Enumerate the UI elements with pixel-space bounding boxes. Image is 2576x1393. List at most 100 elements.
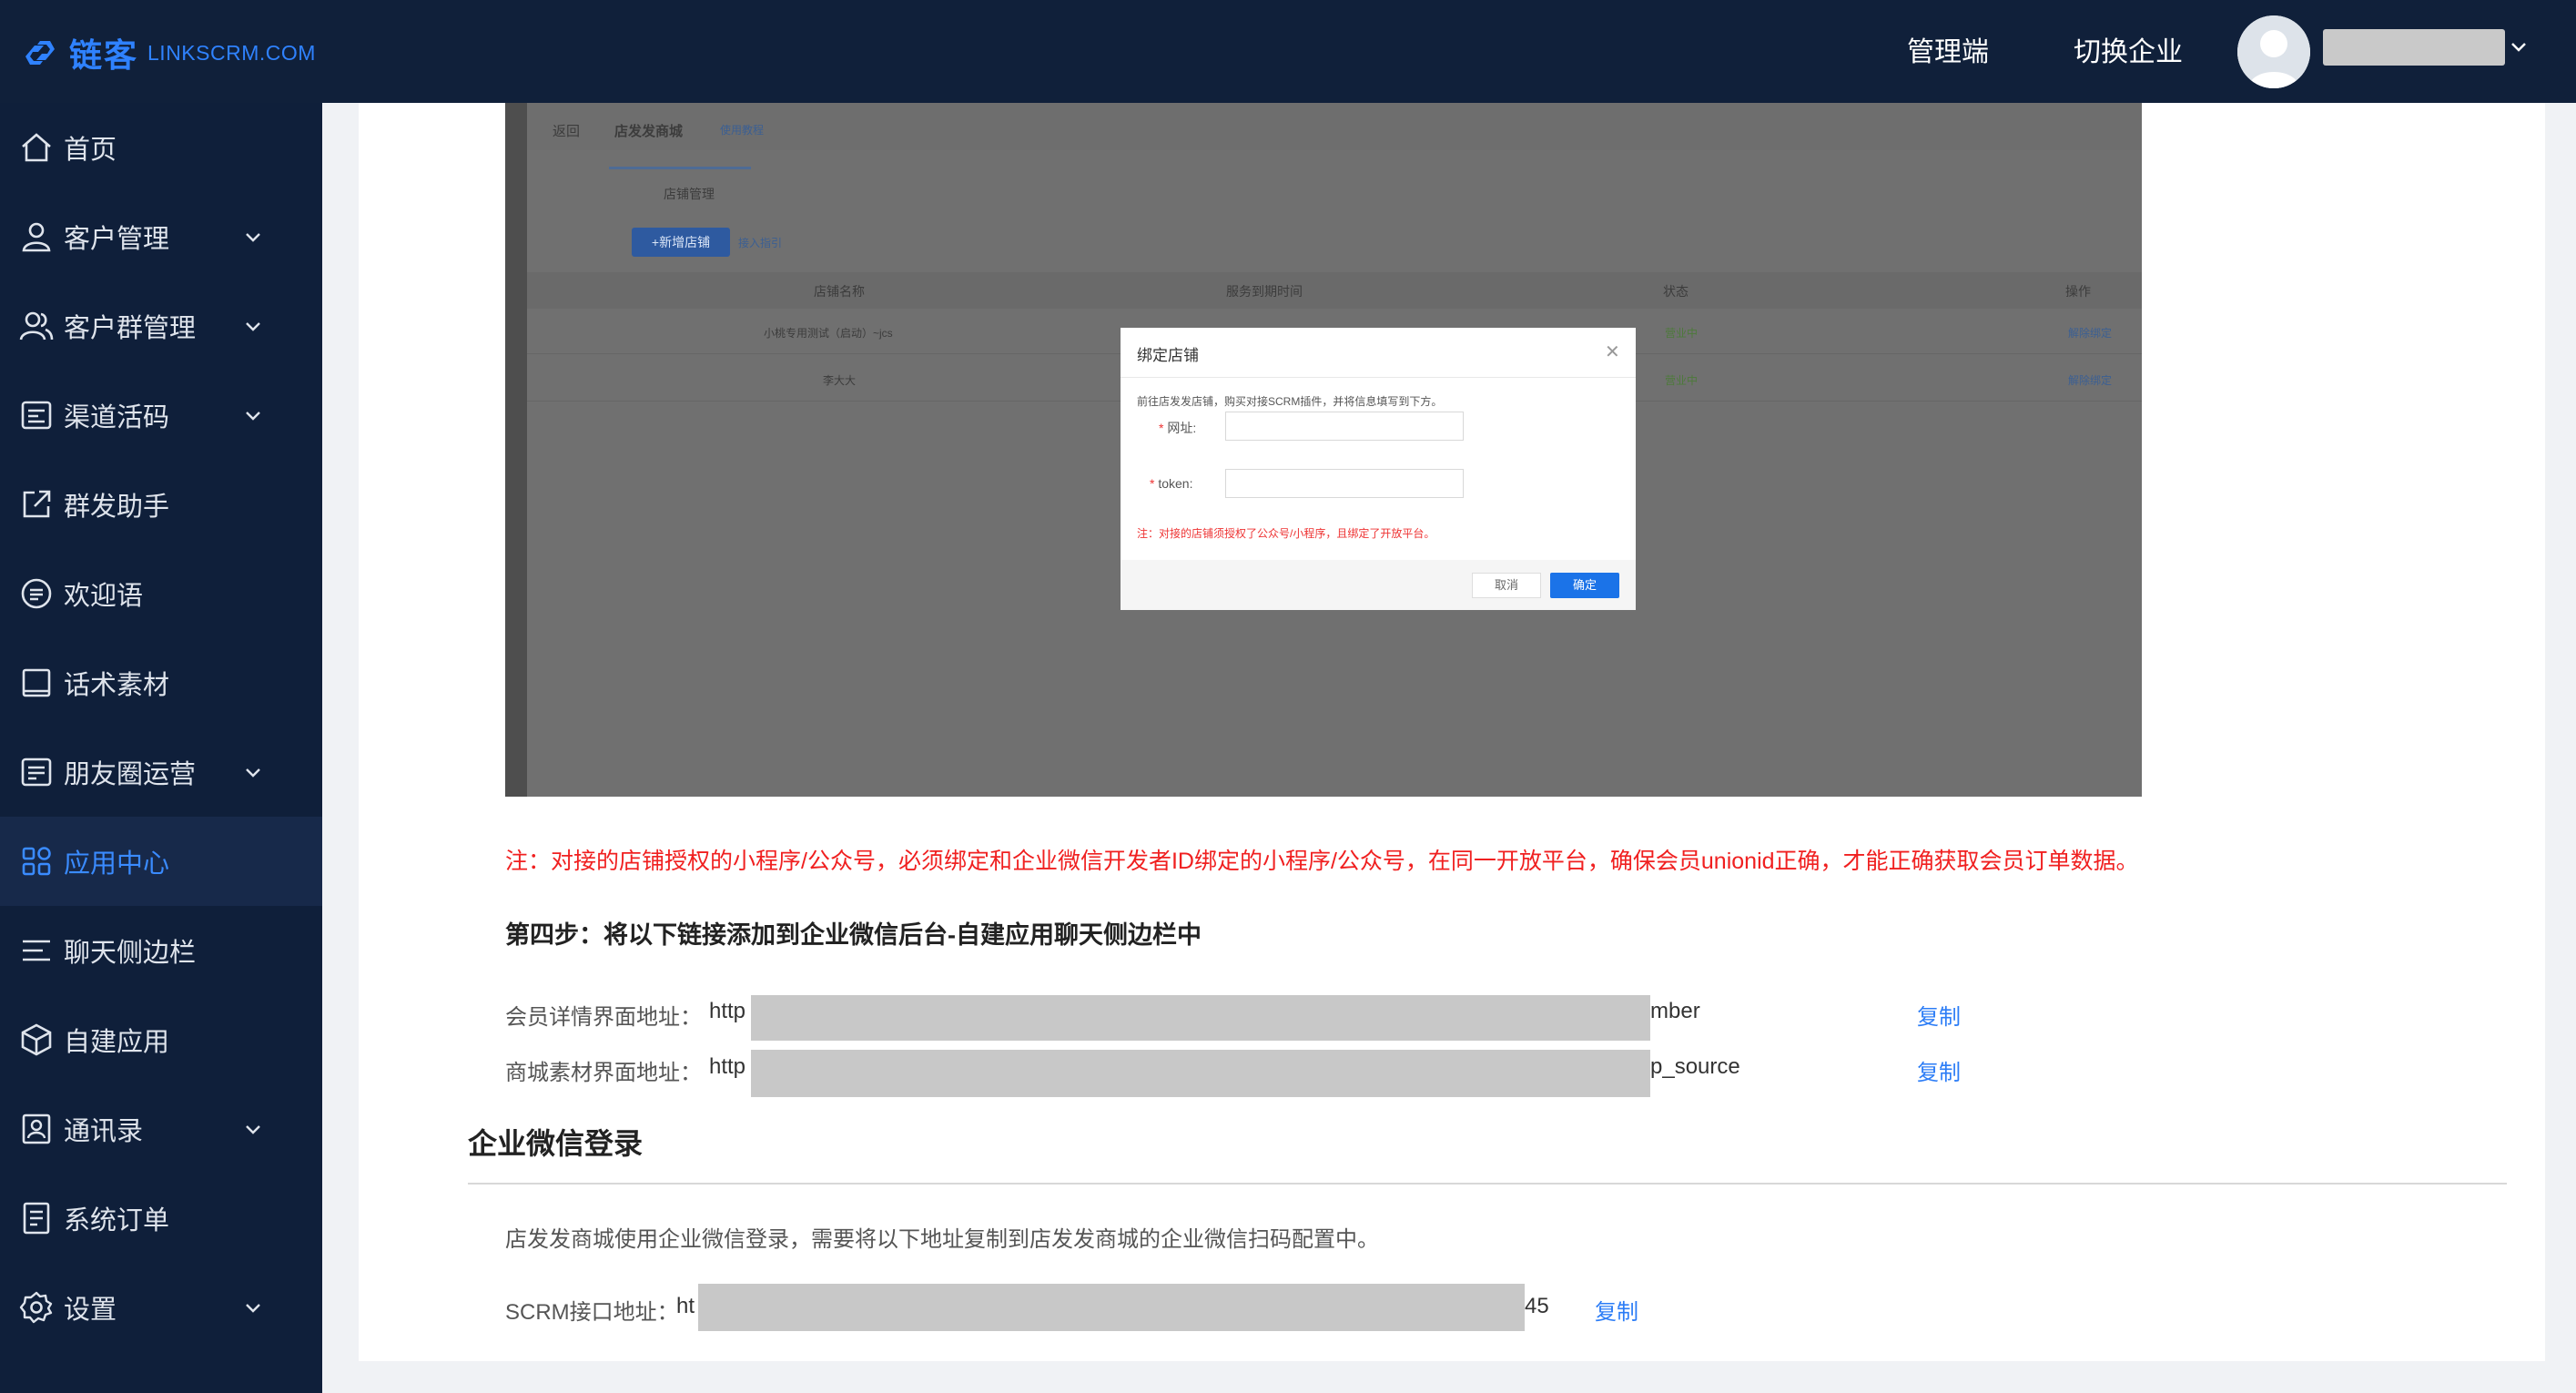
sidebar-item-materials[interactable]: 话术素材 xyxy=(0,638,322,727)
member-url-prefix[interactable]: http xyxy=(709,999,745,1024)
wecom-login-description: 店发发商城使用企业微信登录，需要将以下地址复制到店发发商城的企业微信扫码配置中。 xyxy=(505,1227,1379,1252)
sidebar-item-label: 系统订单 xyxy=(64,1206,170,1235)
order-icon xyxy=(23,1202,50,1235)
redacted-url xyxy=(751,1050,1650,1097)
cube-icon xyxy=(21,1023,52,1056)
status-badge: 营业中 xyxy=(1665,327,1699,340)
sidebar-item-home[interactable]: 首页 xyxy=(0,103,322,192)
contacts-icon xyxy=(22,1113,51,1144)
tab-underline xyxy=(609,167,751,169)
sidebar-item-contacts[interactable]: 通讯录 xyxy=(0,1084,322,1174)
sidebar-item-label: 群发助手 xyxy=(64,493,170,522)
table-cell: 小桃专用测试（启动）~jcs xyxy=(764,327,893,340)
chevron-down-icon xyxy=(246,412,260,421)
add-store-button: +新增店铺 xyxy=(632,228,730,257)
table-header xyxy=(527,272,2142,309)
redacted-url xyxy=(698,1284,1525,1331)
back-link: 返回 xyxy=(553,124,581,139)
table-cell: 解除绑定 xyxy=(2068,374,2113,387)
confirm-button: 确定 xyxy=(1550,573,1619,598)
link-logo-icon xyxy=(25,41,55,65)
sidebar-item-app-center[interactable]: 应用中心 xyxy=(0,817,322,906)
dialog-divider xyxy=(1121,377,1636,378)
access-guide-link: 接入指引 xyxy=(738,237,783,249)
bind-store-dialog: 绑定店铺 ✕ 前往店发发店铺，购买对接SCRM插件，并将信息填写到下方。 * 网… xyxy=(1121,328,1636,610)
home-icon xyxy=(22,133,51,162)
sidebar-item-custom-apps[interactable]: 自建应用 xyxy=(0,995,322,1084)
sidebar-item-channel-codes[interactable]: 渠道活码 xyxy=(0,371,322,460)
column-header: 服务到期时间 xyxy=(1226,284,1303,299)
mall-url-label: 商城素材界面地址： xyxy=(505,1061,702,1085)
user-icon xyxy=(22,222,51,252)
sidebar-item-chat-sidebar[interactable]: 聊天侧边栏 xyxy=(0,906,322,995)
chevron-down-icon xyxy=(246,233,260,242)
column-header: 状态 xyxy=(1663,284,1689,299)
sidebar-item-settings[interactable]: 设置 xyxy=(0,1263,322,1352)
sidebar-item-label: 朋友圈运营 xyxy=(64,760,197,789)
token-field xyxy=(1225,469,1464,498)
avatar[interactable] xyxy=(2237,15,2310,88)
url-field-label: * 网址: xyxy=(1159,421,1197,435)
switch-company-link[interactable]: 切换企业 xyxy=(2074,33,2183,73)
list-icon xyxy=(23,940,50,961)
status-badge: 营业中 xyxy=(1665,374,1699,387)
api-url-prefix[interactable]: ht xyxy=(676,1294,695,1319)
admin-console-link[interactable]: 管理端 xyxy=(1907,33,1989,73)
token-field-label: * token: xyxy=(1150,476,1193,491)
apps-icon xyxy=(22,847,51,876)
column-header: 操作 xyxy=(2065,284,2091,299)
share-icon xyxy=(23,490,51,518)
brand-domain: LINKSCRM.COM xyxy=(147,40,316,65)
close-icon: ✕ xyxy=(1605,342,1620,362)
member-url-suffix[interactable]: mber xyxy=(1650,999,1700,1024)
url-field xyxy=(1225,412,1464,441)
sidebar-item-label: 通讯录 xyxy=(64,1117,144,1146)
sidebar-item-welcome[interactable]: 欢迎语 xyxy=(0,549,322,638)
qrcode-icon xyxy=(21,401,52,430)
sidebar-item-label: 话术素材 xyxy=(64,671,170,700)
material-icon xyxy=(22,668,51,697)
sidebar-item-orders[interactable]: 系统订单 xyxy=(0,1174,322,1263)
main-content: 返回 店发发商城 使用教程 店铺管理 +新增店铺 接入指引 店铺名称 服务到期时… xyxy=(322,103,2576,1393)
brand-logo[interactable]: 链客 LINKSCRM.COM xyxy=(20,33,316,74)
dialog-title: 绑定店铺 xyxy=(1137,347,1199,364)
group-icon xyxy=(19,311,54,341)
sidebar-item-label: 客户管理 xyxy=(64,225,170,254)
sidebar-item-label: 客户群管理 xyxy=(64,314,197,343)
copy-mall-url-button[interactable]: 复制 xyxy=(1917,1054,1961,1086)
sidebar-item-label: 自建应用 xyxy=(64,1028,170,1057)
sidebar-item-label: 聊天侧边栏 xyxy=(64,939,197,968)
member-url-label: 会员详情界面地址： xyxy=(505,1005,702,1030)
screenshot-tab: 店铺管理 xyxy=(664,187,715,201)
api-url-label: SCRM接口地址： xyxy=(505,1300,679,1325)
top-bar: 链客 LINKSCRM.COM 管理端 切换企业 xyxy=(0,0,2576,103)
user-name-redacted[interactable] xyxy=(2323,29,2505,66)
mall-url-prefix[interactable]: http xyxy=(709,1054,745,1080)
chevron-down-icon xyxy=(246,322,260,331)
chevron-down-icon xyxy=(246,768,260,778)
message-icon xyxy=(21,578,52,609)
screenshot-header xyxy=(527,103,2142,150)
sidebar-item-customers[interactable]: 客户管理 xyxy=(0,192,322,281)
screenshot-page-title: 店发发商城 xyxy=(614,124,684,139)
sidebar-item-label: 应用中心 xyxy=(64,849,170,879)
brand-name: 链客 xyxy=(69,36,139,74)
sidebar-item-customer-groups[interactable]: 客户群管理 xyxy=(0,281,322,371)
dialog-description: 前往店发发店铺，购买对接SCRM插件，并将信息填写到下方。 xyxy=(1137,395,1443,408)
moments-icon xyxy=(21,758,52,787)
sidebar: 首页 客户管理 客户群管理 渠道活码 群发助手 欢迎语 话术素材 朋友圈运营 应… xyxy=(0,103,322,1393)
sidebar-item-label: 设置 xyxy=(64,1296,117,1325)
copy-api-url-button[interactable]: 复制 xyxy=(1595,1294,1638,1326)
sidebar-item-label: 欢迎语 xyxy=(64,582,144,611)
api-url-suffix[interactable]: 45 xyxy=(1525,1294,1549,1319)
copy-member-url-button[interactable]: 复制 xyxy=(1917,999,1961,1031)
chevron-down-icon[interactable] xyxy=(2509,36,2529,56)
wecom-login-section-title: 企业微信登录 xyxy=(468,1127,644,1160)
mall-url-suffix[interactable]: p_source xyxy=(1650,1054,1740,1080)
redacted-url xyxy=(751,995,1650,1041)
section-divider xyxy=(468,1183,2507,1185)
chevron-down-icon xyxy=(246,1125,260,1134)
sidebar-item-moments[interactable]: 朋友圈运营 xyxy=(0,727,322,817)
user-avatar-icon xyxy=(2237,15,2310,88)
sidebar-item-mass-send[interactable]: 群发助手 xyxy=(0,460,322,549)
